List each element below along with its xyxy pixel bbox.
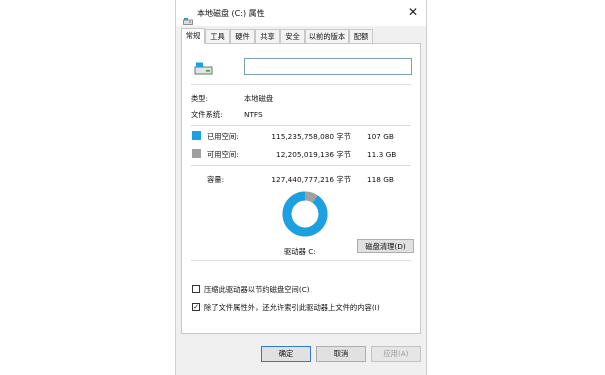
free-space-size: 11.3 GB bbox=[367, 150, 397, 159]
separator bbox=[191, 125, 411, 126]
used-space-arc bbox=[282, 191, 328, 237]
close-icon[interactable]: ✕ bbox=[408, 5, 418, 19]
disk-cleanup-button[interactable]: 磁盘清理(D) bbox=[357, 239, 414, 253]
capacity-label: 容量: bbox=[207, 175, 225, 184]
tab-sharing[interactable]: 共享 bbox=[255, 29, 280, 43]
properties-window: 本地磁盘 (C:) 属性 ✕ 常规 工具 硬件 共享 安全 以前的版本 配额 类… bbox=[175, 0, 427, 375]
general-panel: 类型: 本地磁盘 文件系统: NTFS 已用空间: 115,235,758,08… bbox=[181, 43, 421, 334]
title-bar: 本地磁盘 (C:) 属性 ✕ bbox=[176, 0, 426, 26]
drive-name-input[interactable] bbox=[244, 58, 412, 75]
tab-strip: 常规 工具 硬件 共享 安全 以前的版本 配额 bbox=[181, 28, 421, 44]
tab-security[interactable]: 安全 bbox=[280, 29, 305, 43]
type-label: 类型: bbox=[191, 94, 209, 103]
tab-quota[interactable]: 配额 bbox=[349, 29, 373, 43]
type-value: 本地磁盘 bbox=[244, 94, 274, 103]
tab-hardware[interactable]: 硬件 bbox=[230, 29, 255, 43]
drive-icon bbox=[194, 61, 214, 80]
free-space-bytes: 12,205,019,136 字节 bbox=[276, 150, 351, 159]
window-title: 本地磁盘 (C:) 属性 bbox=[197, 9, 265, 18]
index-label[interactable]: 除了文件属性外，还允许索引此驱动器上文件的内容(I) bbox=[204, 303, 380, 313]
separator bbox=[191, 260, 411, 261]
used-space-swatch bbox=[192, 131, 201, 140]
compress-label[interactable]: 压缩此驱动器以节约磁盘空间(C) bbox=[204, 285, 310, 295]
used-space-size: 107 GB bbox=[367, 132, 394, 141]
filesystem-value: NTFS bbox=[244, 110, 263, 119]
drive-letter-label: 驱动器 C: bbox=[284, 247, 316, 256]
index-checkbox[interactable]: ✓ bbox=[192, 303, 200, 311]
capacity-size: 118 GB bbox=[367, 175, 394, 184]
filesystem-label: 文件系统: bbox=[191, 110, 223, 119]
free-space-swatch bbox=[192, 149, 201, 158]
used-space-label: 已用空间: bbox=[207, 132, 239, 141]
separator bbox=[191, 165, 411, 166]
disk-usage-donut bbox=[282, 191, 328, 237]
compress-checkbox[interactable] bbox=[192, 285, 200, 293]
tab-tools[interactable]: 工具 bbox=[205, 29, 230, 43]
tab-previous-versions[interactable]: 以前的版本 bbox=[305, 29, 349, 43]
separator bbox=[191, 84, 411, 85]
cancel-button[interactable]: 取消 bbox=[316, 346, 366, 362]
tab-general[interactable]: 常规 bbox=[181, 28, 205, 44]
used-space-bytes: 115,235,758,080 字节 bbox=[271, 132, 351, 141]
capacity-bytes: 127,440,777,216 字节 bbox=[271, 175, 351, 184]
ok-button[interactable]: 确定 bbox=[261, 346, 311, 362]
apply-button[interactable]: 应用(A) bbox=[371, 346, 421, 362]
free-space-label: 可用空间: bbox=[207, 150, 239, 159]
drive-title-icon bbox=[183, 10, 193, 29]
